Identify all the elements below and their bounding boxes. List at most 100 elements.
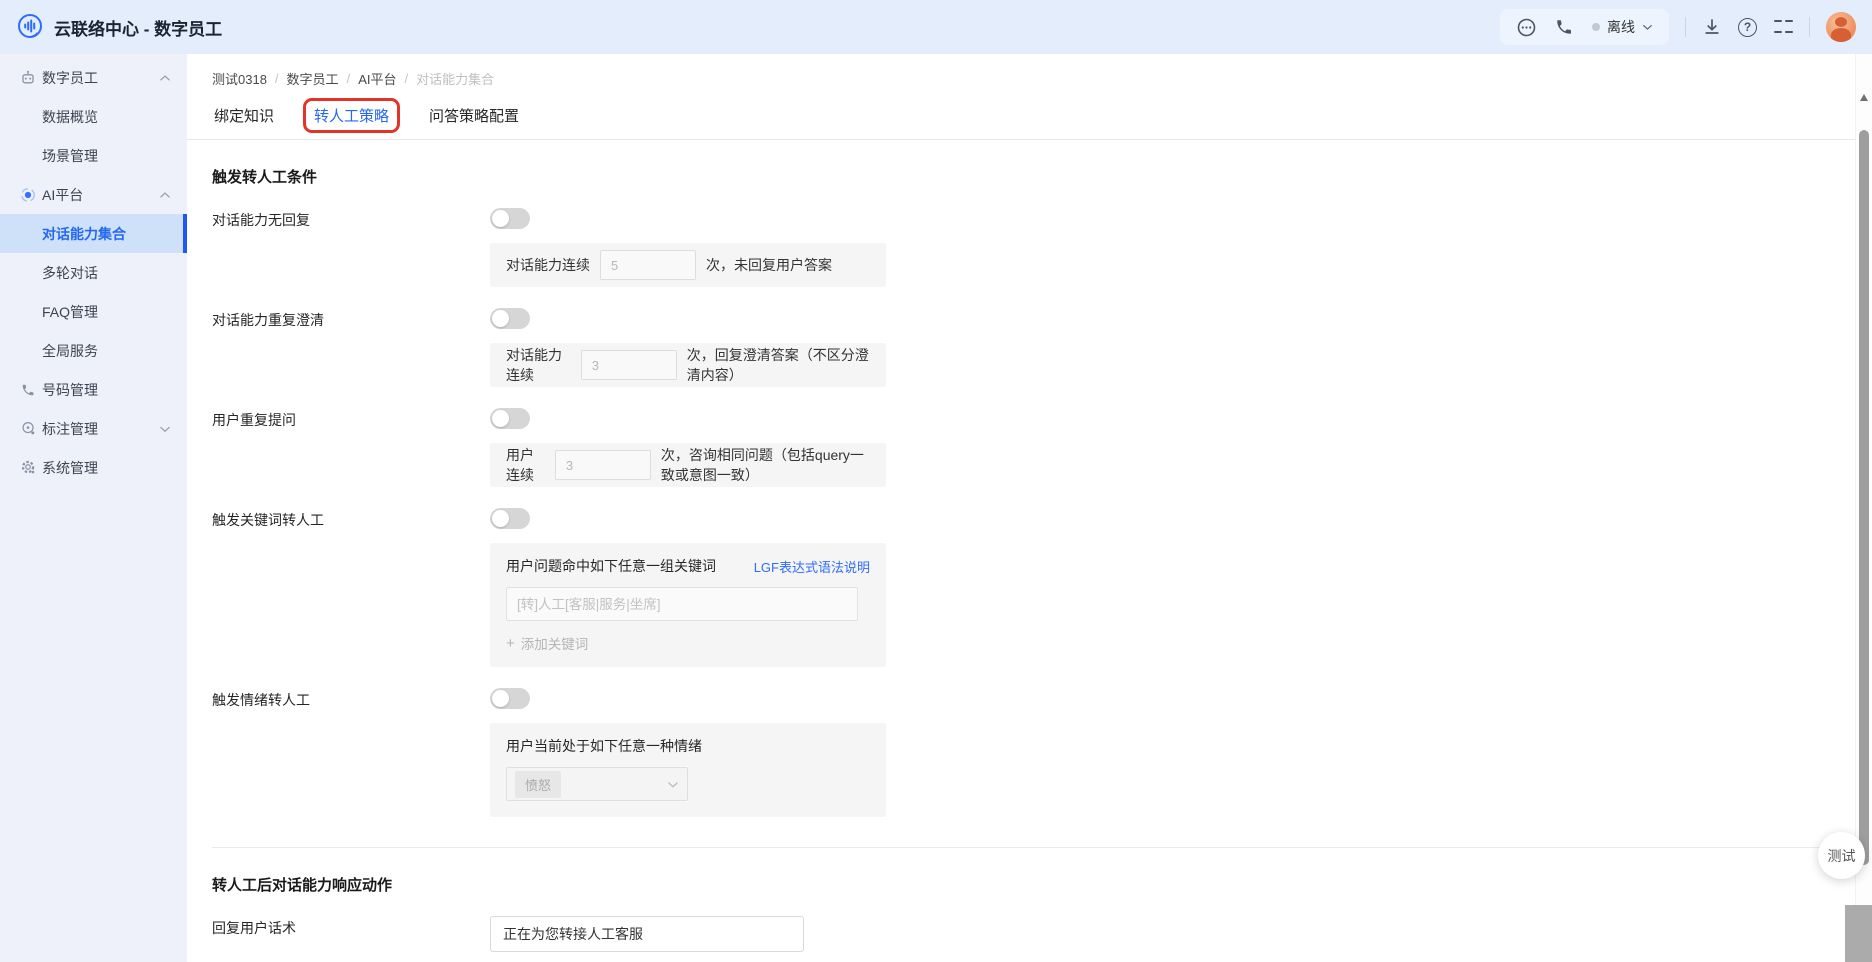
row-label: 触发情绪转人工 (212, 692, 310, 708)
breadcrumb-item[interactable]: 数字员工 (287, 69, 339, 88)
sidebar-item-label: 场景管理 (42, 147, 98, 164)
scrollbar-up-arrow[interactable] (1860, 90, 1868, 101)
sidebar-item-label: 多轮对话 (42, 264, 98, 281)
header-divider-2 (1809, 17, 1810, 37)
section-divider (212, 847, 1835, 848)
download-icon[interactable] (1702, 17, 1722, 37)
form-row-reply-script: 回复用户话术 (212, 916, 1835, 952)
sidebar-item-ai-platform[interactable]: AI平台 (0, 175, 187, 214)
repeat-question-panel: 用户连续 次，咨询相同问题（包括query一致或意图一致） (490, 443, 886, 487)
sidebar-item-label: 数据概览 (42, 108, 98, 125)
breadcrumb-separator: / (404, 71, 409, 86)
sidebar-item-digital-employee[interactable]: 数字员工 (0, 58, 187, 97)
repeat-clarify-toggle[interactable] (490, 308, 530, 329)
chevron-down-icon (667, 780, 679, 789)
no-reply-count-input (600, 250, 696, 280)
form-row-repeat-clarify: 对话能力重复澄清 对话能力连续 次，回复澄清答案（不区分澄清内容） (212, 308, 1835, 387)
keyword-hint: 用户问题命中如下任意一组关键词 (506, 558, 716, 574)
sidebar-item-multi-turn-dialog[interactable]: 多轮对话 (0, 253, 187, 292)
test-float-button[interactable]: 测试 (1818, 832, 1865, 879)
tab-qa-policy[interactable]: 问答策略配置 (429, 105, 519, 126)
sidebar-item-label: 数字员工 (42, 69, 98, 86)
sidebar-item-data-overview[interactable]: 数据概览 (0, 97, 187, 136)
sidebar-item-label: 系统管理 (42, 459, 98, 476)
breadcrumb: 测试0318 / 数字员工 / AI平台 / 对话能力集合 (212, 54, 1835, 88)
phone-icon (20, 382, 36, 398)
emotion-select: 愤怒 (506, 767, 688, 801)
status-label: 离线 (1607, 19, 1635, 35)
add-keyword-label: 添加关键词 (520, 637, 589, 652)
apps-grid-icon[interactable] (1773, 17, 1793, 37)
tab-bar: 绑定知识 转人工策略 问答策略配置 (212, 98, 1835, 139)
lgf-syntax-link[interactable]: LGF表达式语法说明 (754, 557, 870, 576)
panel-prefix: 对话能力连续 (506, 347, 562, 383)
sidebar-item-system-management[interactable]: 系统管理 (0, 448, 187, 487)
page: 云联络中心 - 数字员工 离线 ? 数字员工 数据概览 场景管理 AI平台 对话… (0, 0, 1872, 962)
sidebar-item-label: 标注管理 (42, 420, 98, 437)
gear-icon (20, 460, 36, 476)
tab-bind-knowledge[interactable]: 绑定知识 (214, 105, 274, 126)
emotion-hint: 用户当前处于如下任意一种情绪 (506, 738, 702, 754)
emotion-panel: 用户当前处于如下任意一种情绪 愤怒 (490, 723, 886, 817)
row-label: 回复用户话术 (212, 920, 296, 936)
breadcrumb-separator: / (346, 71, 351, 86)
robot-icon (20, 70, 36, 86)
user-avatar[interactable] (1826, 12, 1856, 42)
repeat-clarify-count-input (580, 350, 677, 380)
panel-prefix: 用户连续 (506, 447, 534, 483)
tab-transfer-policy[interactable]: 转人工策略 (303, 98, 401, 133)
toggle-knob (492, 690, 509, 707)
header-actions: 离线 ? (1500, 9, 1856, 45)
breadcrumb-item[interactable]: 测试0318 (212, 69, 267, 88)
toggle-knob (492, 310, 509, 327)
reply-script-input[interactable] (503, 926, 791, 942)
sidebar-item-scene-management[interactable]: 场景管理 (0, 136, 187, 175)
sidebar-item-label: 全局服务 (42, 342, 98, 359)
status-offline-dot (1592, 23, 1600, 31)
toggle-knob (492, 510, 509, 527)
chevron-up-icon (159, 189, 171, 201)
sidebar-item-label: FAQ管理 (42, 303, 99, 320)
sidebar-item-label: 号码管理 (42, 381, 98, 398)
phone-call-icon[interactable] (1554, 17, 1574, 37)
response-section-title: 转人工后对话能力响应动作 (212, 877, 393, 894)
scrollbar-corner (1845, 905, 1872, 962)
add-keyword-button[interactable]: + 添加关键词 (506, 633, 870, 653)
sidebar-item-annotation-management[interactable]: 标注管理 (0, 409, 187, 448)
help-icon[interactable]: ? (1738, 17, 1757, 37)
panel-prefix: 对话能力连续 (506, 257, 590, 273)
repeat-clarify-panel: 对话能力连续 次，回复澄清答案（不区分澄清内容） (490, 343, 886, 387)
trigger-section-title: 触发转人工条件 (212, 169, 318, 186)
keyword-trigger-toggle[interactable] (490, 508, 530, 529)
sidebar-item-dialog-capability[interactable]: 对话能力集合 (0, 214, 187, 253)
form-row-emotion-trigger: 触发情绪转人工 用户当前处于如下任意一种情绪 愤怒 (212, 688, 1835, 817)
no-reply-panel: 对话能力连续 次，未回复用户答案 (490, 243, 886, 287)
breadcrumb-item[interactable]: AI平台 (358, 69, 396, 88)
vertical-scrollbar[interactable] (1855, 54, 1872, 905)
sidebar-item-global-service[interactable]: 全局服务 (0, 331, 187, 370)
reply-script-field (490, 916, 804, 952)
emotion-trigger-toggle[interactable] (490, 688, 530, 709)
chevron-down-icon (1642, 24, 1653, 30)
repeat-question-toggle[interactable] (490, 408, 530, 429)
scrollbar-thumb[interactable] (1859, 130, 1869, 865)
toggle-knob (492, 210, 509, 227)
sidebar-item-label: 对话能力集合 (42, 225, 126, 242)
status-dropdown[interactable]: 离线 (1592, 17, 1653, 37)
ai-platform-icon (20, 187, 36, 203)
chat-message-icon[interactable] (1516, 17, 1536, 37)
panel-suffix: 次，咨询相同问题（包括query一致或意图一致） (660, 447, 864, 483)
sidebar-nav: 数字员工 数据概览 场景管理 AI平台 对话能力集合 多轮对话 FAQ管理 全局… (0, 54, 187, 962)
form-row-repeat-question: 用户重复提问 用户连续 次，咨询相同问题（包括query一致或意图一致） (212, 408, 1835, 487)
sidebar-item-label: AI平台 (42, 186, 84, 203)
tab-divider (187, 139, 1855, 140)
sidebar-item-faq-management[interactable]: FAQ管理 (0, 292, 187, 331)
plus-icon: + (506, 634, 515, 652)
row-label: 触发关键词转人工 (212, 512, 324, 528)
sidebar-item-number-management[interactable]: 号码管理 (0, 370, 187, 409)
annotation-tag-icon (20, 421, 36, 437)
no-reply-toggle[interactable] (490, 208, 530, 229)
top-header: 云联络中心 - 数字员工 离线 ? (0, 0, 1872, 54)
form-row-keyword-trigger: 触发关键词转人工 用户问题命中如下任意一组关键词 LGF表达式语法说明 + 添加… (212, 508, 1835, 667)
main-content: 测试0318 / 数字员工 / AI平台 / 对话能力集合 绑定知识 转人工策略… (187, 54, 1855, 962)
